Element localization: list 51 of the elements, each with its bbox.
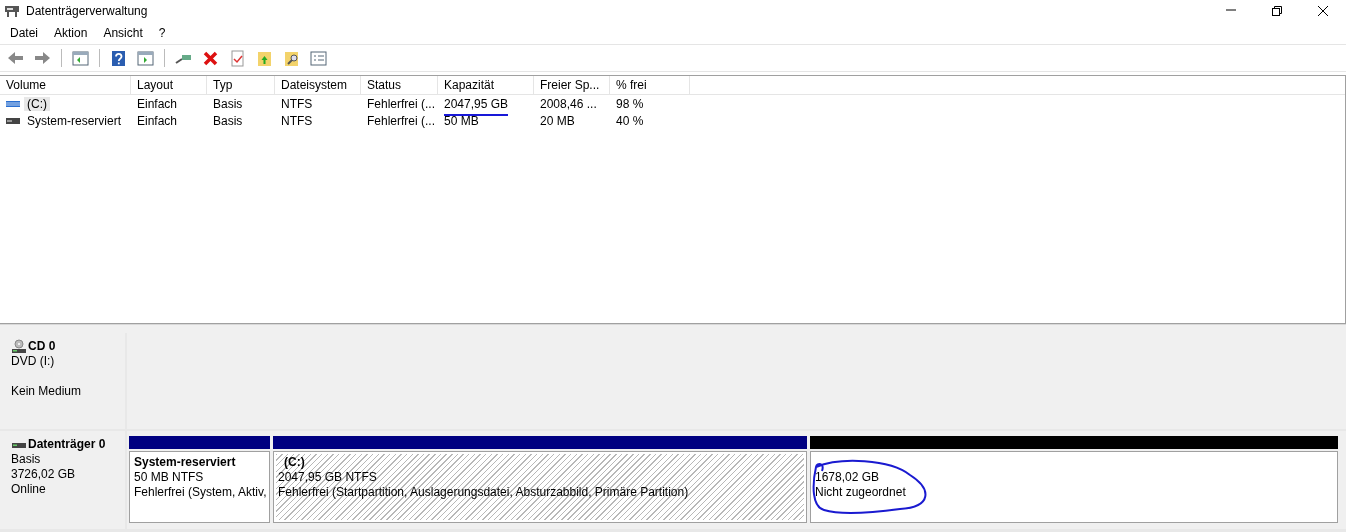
- table-cell-text: Basis: [212, 96, 244, 111]
- partition-info: 50 MB NTFS: [134, 470, 205, 485]
- properties-icon: [309, 48, 328, 68]
- table-cell-text: 98 %: [615, 96, 645, 111]
- table-cell-text: NTFS: [280, 113, 314, 128]
- panel-icon: [136, 48, 155, 68]
- table-cell: (C:): [24, 96, 50, 111]
- table-cell-text: 2008,46 ...: [539, 96, 598, 111]
- partition-box[interactable]: System-reserviert 50 MB NTFS Fehlerfrei (System, Aktiv,: [129, 451, 270, 523]
- table-cell-text: System-reserviert: [26, 113, 122, 128]
- restore-icon: [1272, 6, 1282, 16]
- window-title: Datenträgerverwaltung: [26, 4, 148, 18]
- partition-box[interactable]: 1678,02 GB Nicht zugeordnet: [810, 451, 1338, 523]
- table-cell-text: 50 MB: [443, 113, 480, 128]
- cd-drive-icon: [11, 339, 27, 354]
- disk-info: Online: [11, 482, 47, 497]
- partition-info: 2047,95 GB NTFS: [278, 470, 378, 485]
- disk-info: DVD (I:): [11, 354, 56, 369]
- partition-info: Nicht zugeordnet: [815, 485, 907, 500]
- table-cell-text: Basis: [212, 113, 244, 128]
- panel-icon: [71, 48, 90, 68]
- menu-item[interactable]: ?: [150, 24, 174, 42]
- disk-info: Basis: [11, 452, 42, 467]
- partition-title: System-reserviert: [134, 455, 237, 470]
- table-cell-text: Fehlerfrei (...: [366, 113, 436, 128]
- partition-title: (C:): [283, 455, 306, 470]
- help-icon: [109, 48, 128, 68]
- disk-info: 3726,02 GB: [11, 467, 77, 482]
- partition-info: 1678,02 GB: [815, 470, 881, 485]
- menu-item[interactable]: Ansicht: [95, 24, 151, 42]
- table-cell-text: Einfach: [136, 113, 179, 128]
- volume-icon: [6, 99, 20, 108]
- table-cell-text: 40 %: [615, 113, 645, 128]
- partition-box[interactable]: (C:) 2047,95 GB NTFS Fehlerfrei (Startpartition, Auslagerungsdatei, Absturzabbild, Primäre Partition): [273, 451, 807, 523]
- table-cell-text: 20 MB: [539, 113, 576, 128]
- table-cell-text: Einfach: [136, 96, 179, 111]
- menu-item[interactable]: Datei: [2, 24, 46, 42]
- checklist-icon: [228, 48, 247, 68]
- table-cell-text: NTFS: [280, 96, 314, 111]
- partition-info: Fehlerfrei (System, Aktiv,: [134, 485, 265, 500]
- disk-name: CD 0: [28, 339, 56, 354]
- app-icon: [4, 4, 20, 18]
- partition-info: Fehlerfrei (Startpartition, Auslagerungsdatei, Absturzabbild, Primäre Partition): [278, 485, 690, 500]
- close-icon: [1317, 5, 1329, 17]
- disk-info: Kein Medium: [11, 384, 83, 399]
- menu-item[interactable]: Aktion: [46, 24, 96, 42]
- table-cell-text: Fehlerfrei (...: [366, 96, 436, 111]
- volume-icon: [6, 116, 20, 125]
- disk-name: Datenträger 0: [28, 437, 106, 452]
- minimize-icon: [1225, 9, 1237, 11]
- table-cell: 2047,95 GB: [438, 96, 534, 111]
